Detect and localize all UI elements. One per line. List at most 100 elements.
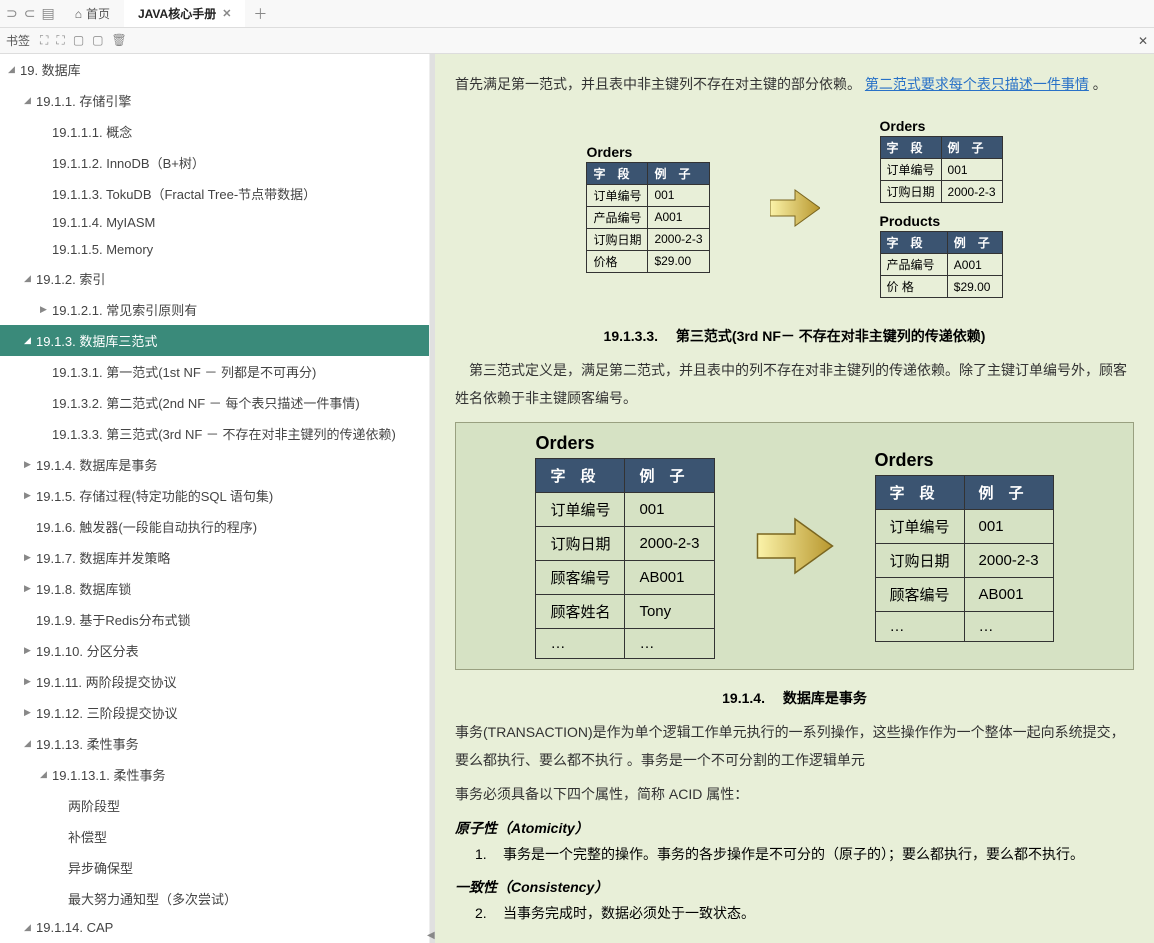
tree-item[interactable]: ▶19.1.8. 数据库锁 xyxy=(0,573,429,604)
tree-item[interactable]: ▶19.1.7. 数据库并发策略 xyxy=(0,542,429,573)
tree-item-label: 异步确保型 xyxy=(68,858,133,877)
tree-item-label: 19.1.14. CAP xyxy=(36,920,113,935)
tab-home[interactable]: ⌂ 首页 xyxy=(61,0,124,27)
tree-item[interactable]: 最大努力通知型（多次尝试） xyxy=(0,883,429,914)
prop-atomicity: 原子性（Atomicity） xyxy=(455,818,1134,838)
tree-item-label: 19.1.5. 存储过程(特定功能的SQL 语句集) xyxy=(36,486,273,505)
tree-item[interactable]: 19.1.3.3. 第三范式(3rd NF － 不存在对非主键列的传递依赖) xyxy=(0,418,429,449)
panel-close-icon[interactable]: ✕ xyxy=(1138,34,1148,48)
caret-open-icon: ◢ xyxy=(24,922,34,933)
tree-item-label: 19.1.1.5. Memory xyxy=(52,242,153,257)
tree-item[interactable]: ◢19.1.13.1. 柔性事务 xyxy=(0,759,429,790)
tree-item-label: 19. 数据库 xyxy=(20,60,81,79)
tree-item-label: 19.1.1.4. MyIASM xyxy=(52,215,155,230)
tree-item[interactable]: ▶19.1.12. 三阶段提交协议 xyxy=(0,697,429,728)
tree-item-label: 19.1.2.1. 常见索引原则有 xyxy=(52,300,197,319)
tree-item[interactable]: 补偿型 xyxy=(0,821,429,852)
back-icon[interactable]: ⊃ xyxy=(6,5,18,22)
tree-item-label: 最大努力通知型（多次尝试） xyxy=(68,889,237,908)
tab-home-label: 首页 xyxy=(86,5,110,22)
orders-big-before: Orders 字 段例 子 订单编号001 订购日期2000-2-3 顾客编号A… xyxy=(535,433,714,659)
tree-item[interactable]: ◢19.1.13. 柔性事务 xyxy=(0,728,429,759)
tab-doc-label: JAVA核心手册 xyxy=(138,5,216,22)
tree-item[interactable]: ▶19.1.4. 数据库是事务 xyxy=(0,449,429,480)
collapse-icon[interactable]: ⛶ xyxy=(56,33,64,48)
tree-item-label: 19.1.4. 数据库是事务 xyxy=(36,455,157,474)
orders2-caption: Orders xyxy=(880,118,1003,136)
tree-item[interactable]: 19.1.3.2. 第二范式(2nd NF － 每个表只描述一件事情) xyxy=(0,387,429,418)
tree-item[interactable]: 19.1.3.1. 第一范式(1st NF － 列都是不可再分) xyxy=(0,356,429,387)
bookmarks-label: 书签 xyxy=(6,32,30,49)
bookmark-list-icon[interactable]: ▢ xyxy=(92,33,103,48)
tree-item-label: 19.1.1.1. 概念 xyxy=(52,122,132,141)
tree-item[interactable]: 19.1.9. 基于Redis分布式锁 xyxy=(0,604,429,635)
splitter-collapse-icon[interactable]: ◀ xyxy=(427,930,435,941)
tree-item-label: 19.1.2. 索引 xyxy=(36,269,105,288)
trash-icon[interactable]: 🗑 xyxy=(112,33,127,48)
tree-item-label: 19.1.8. 数据库锁 xyxy=(36,579,131,598)
tree-item[interactable]: 异步确保型 xyxy=(0,852,429,883)
diagram-3nf: Orders 字 段例 子 订单编号001 订购日期2000-2-3 顾客编号A… xyxy=(455,422,1134,670)
orders-big-before-caption: Orders xyxy=(535,433,714,458)
document-content[interactable]: 首先满足第一范式，并且表中非主键列不存在对主键的部分依赖。 第二范式要求每个表只… xyxy=(435,54,1154,943)
tree-item-label: 19.1.11. 两阶段提交协议 xyxy=(36,672,177,691)
bookmark-add-icon[interactable]: ▢ xyxy=(73,33,84,48)
tree-item[interactable]: ◢19. 数据库 xyxy=(0,54,429,85)
products-table: Products 字 段例 子 产品编号A001 价 格$29.00 xyxy=(880,213,1003,298)
para-tx-1: 事务(TRANSACTION)是作为单个逻辑工作单元执行的一系列操作，这些操作作… xyxy=(455,718,1134,774)
tree-item-label: 19.1.10. 分区分表 xyxy=(36,641,139,660)
tree-item[interactable]: ▶19.1.5. 存储过程(特定功能的SQL 语句集) xyxy=(0,480,429,511)
caret-closed-icon: ▶ xyxy=(24,645,34,656)
tree-item[interactable]: 两阶段型 xyxy=(0,790,429,821)
caret-open-icon: ◢ xyxy=(40,769,50,780)
tree-item[interactable]: ◢19.1.14. CAP xyxy=(0,914,429,941)
tree-item[interactable]: ▶19.1.10. 分区分表 xyxy=(0,635,429,666)
expand-icon[interactable]: ⛶ xyxy=(40,33,48,48)
arrow-icon xyxy=(755,516,835,576)
list-num: 1. xyxy=(475,842,493,867)
outline-sidebar[interactable]: ◢19. 数据库◢19.1.1. 存储引擎19.1.1.1. 概念19.1.1.… xyxy=(0,54,430,943)
caret-open-icon: ◢ xyxy=(24,273,34,284)
tree-item-label: 19.1.13.1. 柔性事务 xyxy=(52,765,165,784)
tree-item[interactable]: 19.1.1.2. InnoDB（B+树） xyxy=(0,147,429,178)
save-icon[interactable]: ▤ xyxy=(41,5,54,22)
para-2nf-a: 首先满足第一范式，并且表中非主键列不存在对主键的部分依赖。 xyxy=(455,76,865,92)
home-icon: ⌂ xyxy=(75,7,82,21)
tree-item[interactable]: ◢19.1.3. 数据库三范式 xyxy=(0,325,429,356)
heading-transaction: 19.1.4. 数据库是事务 xyxy=(455,688,1134,708)
orders-caption: Orders xyxy=(586,144,709,162)
list-text: 事务是一个完整的操作。事务的各步操作是不可分的（原子的）；要么都执行，要么都不执… xyxy=(503,842,1084,867)
tree-item[interactable]: 19.1.1.5. Memory xyxy=(0,236,429,263)
orders-big-after: Orders 字 段例 子 订单编号001 订购日期2000-2-3 顾客编号A… xyxy=(875,450,1054,642)
tree-item[interactable]: ▶19.1.2.1. 常见索引原则有 xyxy=(0,294,429,325)
tree-item[interactable]: 19.1.1.4. MyIASM xyxy=(0,209,429,236)
close-icon[interactable]: ✕ xyxy=(222,7,231,20)
caret-open-icon: ◢ xyxy=(24,335,34,346)
tab-doc[interactable]: JAVA核心手册 ✕ xyxy=(124,0,245,27)
orders-table-before: Orders 字 段例 子 订单编号001 产品编号A001 订购日期2000-… xyxy=(586,144,709,273)
tree-item[interactable]: 19.1.1.1. 概念 xyxy=(0,116,429,147)
caret-closed-icon: ▶ xyxy=(24,459,34,470)
caret-closed-icon: ▶ xyxy=(40,304,50,315)
tree-item[interactable]: ◢19.1.2. 索引 xyxy=(0,263,429,294)
tree-item[interactable]: ◢19.1.1. 存储引擎 xyxy=(0,85,429,116)
link-2nf[interactable]: 第二范式要求每个表只描述一件事情 xyxy=(865,76,1089,92)
orders-table-after: Orders 字 段例 子 订单编号001 订购日期2000-2-3 xyxy=(880,118,1003,203)
forward-icon[interactable]: ⊂ xyxy=(24,5,36,22)
caret-closed-icon: ▶ xyxy=(24,583,34,594)
caret-closed-icon: ▶ xyxy=(24,490,34,501)
caret-closed-icon: ▶ xyxy=(24,707,34,718)
nav-controls: ⊃ ⊂ ▤ xyxy=(0,5,61,22)
tree-item[interactable]: 19.1.1.3. TokuDB（Fractal Tree-节点带数据） xyxy=(0,178,429,209)
tree-item-label: 补偿型 xyxy=(68,827,107,846)
list-item: 2. 当事务完成时，数据必须处于一致状态。 xyxy=(475,901,1134,926)
tree-item[interactable]: ▶19.1.11. 两阶段提交协议 xyxy=(0,666,429,697)
new-tab-button[interactable]: ＋ xyxy=(245,4,275,24)
tree-item[interactable]: 19.1.6. 触发器(一段能自动执行的程序) xyxy=(0,511,429,542)
list-num: 2. xyxy=(475,901,493,926)
orders-big-after-caption: Orders xyxy=(875,450,1054,475)
arrow-icon xyxy=(770,188,820,228)
tree-item-label: 19.1.1. 存储引擎 xyxy=(36,91,131,110)
heading-3nf: 19.1.3.3. 第三范式(3rd NF－ 不存在对非主键列的传递依赖) xyxy=(455,326,1134,346)
tree-item-label: 19.1.3. 数据库三范式 xyxy=(36,331,157,350)
